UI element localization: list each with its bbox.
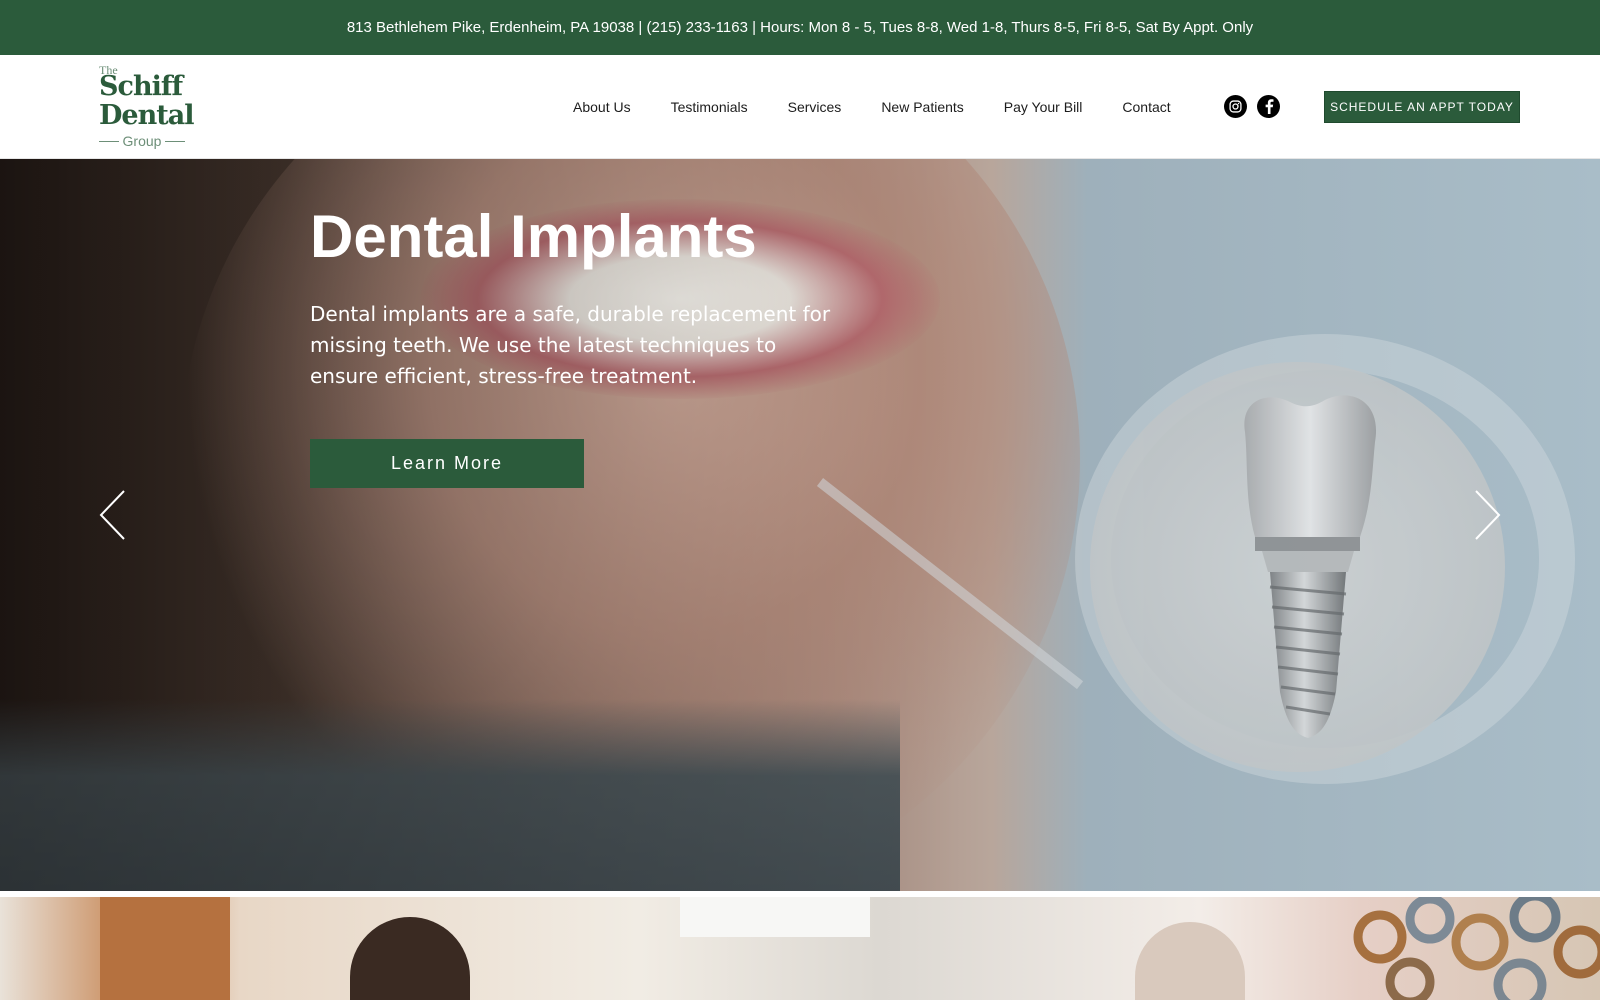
logo-rule-right (165, 140, 186, 142)
photo-door (100, 897, 230, 1000)
nav-services[interactable]: Services (768, 99, 862, 115)
main-nav: About Us Testimonials Services New Patie… (553, 55, 1191, 159)
logo-group: Group (99, 133, 186, 149)
learn-more-button[interactable]: Learn More (310, 439, 584, 488)
logo-dental: Dental (99, 100, 194, 131)
social-links (1224, 95, 1280, 118)
team-photo (0, 897, 1600, 1000)
logo[interactable]: The Schiff Dental Group (99, 63, 194, 151)
dental-implant-illustration (1244, 395, 1377, 738)
logo-rule-left (99, 140, 119, 142)
nav-pay-your-bill[interactable]: Pay Your Bill (984, 99, 1103, 115)
top-info-bar: 813 Bethlehem Pike, Erdenheim, PA 19038 … (0, 0, 1600, 55)
facebook-icon[interactable] (1257, 95, 1280, 118)
chevron-right-icon[interactable] (1472, 489, 1502, 541)
hero-title: Dental Implants (310, 203, 757, 270)
photo-person-left (350, 917, 470, 1000)
logo-schiff: Schiff (99, 71, 183, 102)
instagram-icon[interactable] (1224, 95, 1247, 118)
hero-description: Dental implants are a safe, durable repl… (310, 302, 831, 388)
photo-ceiling-light (680, 897, 870, 937)
schedule-appointment-button[interactable]: SCHEDULE AN APPT TODAY (1324, 91, 1520, 123)
nav-contact[interactable]: Contact (1102, 99, 1190, 115)
site-header: The Schiff Dental Group About Us Testimo… (0, 55, 1600, 159)
nav-about-us[interactable]: About Us (553, 99, 651, 115)
implant-circle (1090, 362, 1505, 772)
nav-testimonials[interactable]: Testimonials (651, 99, 768, 115)
logo-group-text: Group (122, 133, 162, 149)
hero-slider: Dental Implants Dental implants are a sa… (0, 159, 1600, 891)
chevron-left-icon[interactable] (98, 489, 128, 541)
nav-new-patients[interactable]: New Patients (861, 99, 983, 115)
photo-person-right (1135, 922, 1245, 1000)
contact-info-text: 813 Bethlehem Pike, Erdenheim, PA 19038 … (346, 19, 1254, 36)
wall-art-rings (1353, 897, 1600, 1000)
